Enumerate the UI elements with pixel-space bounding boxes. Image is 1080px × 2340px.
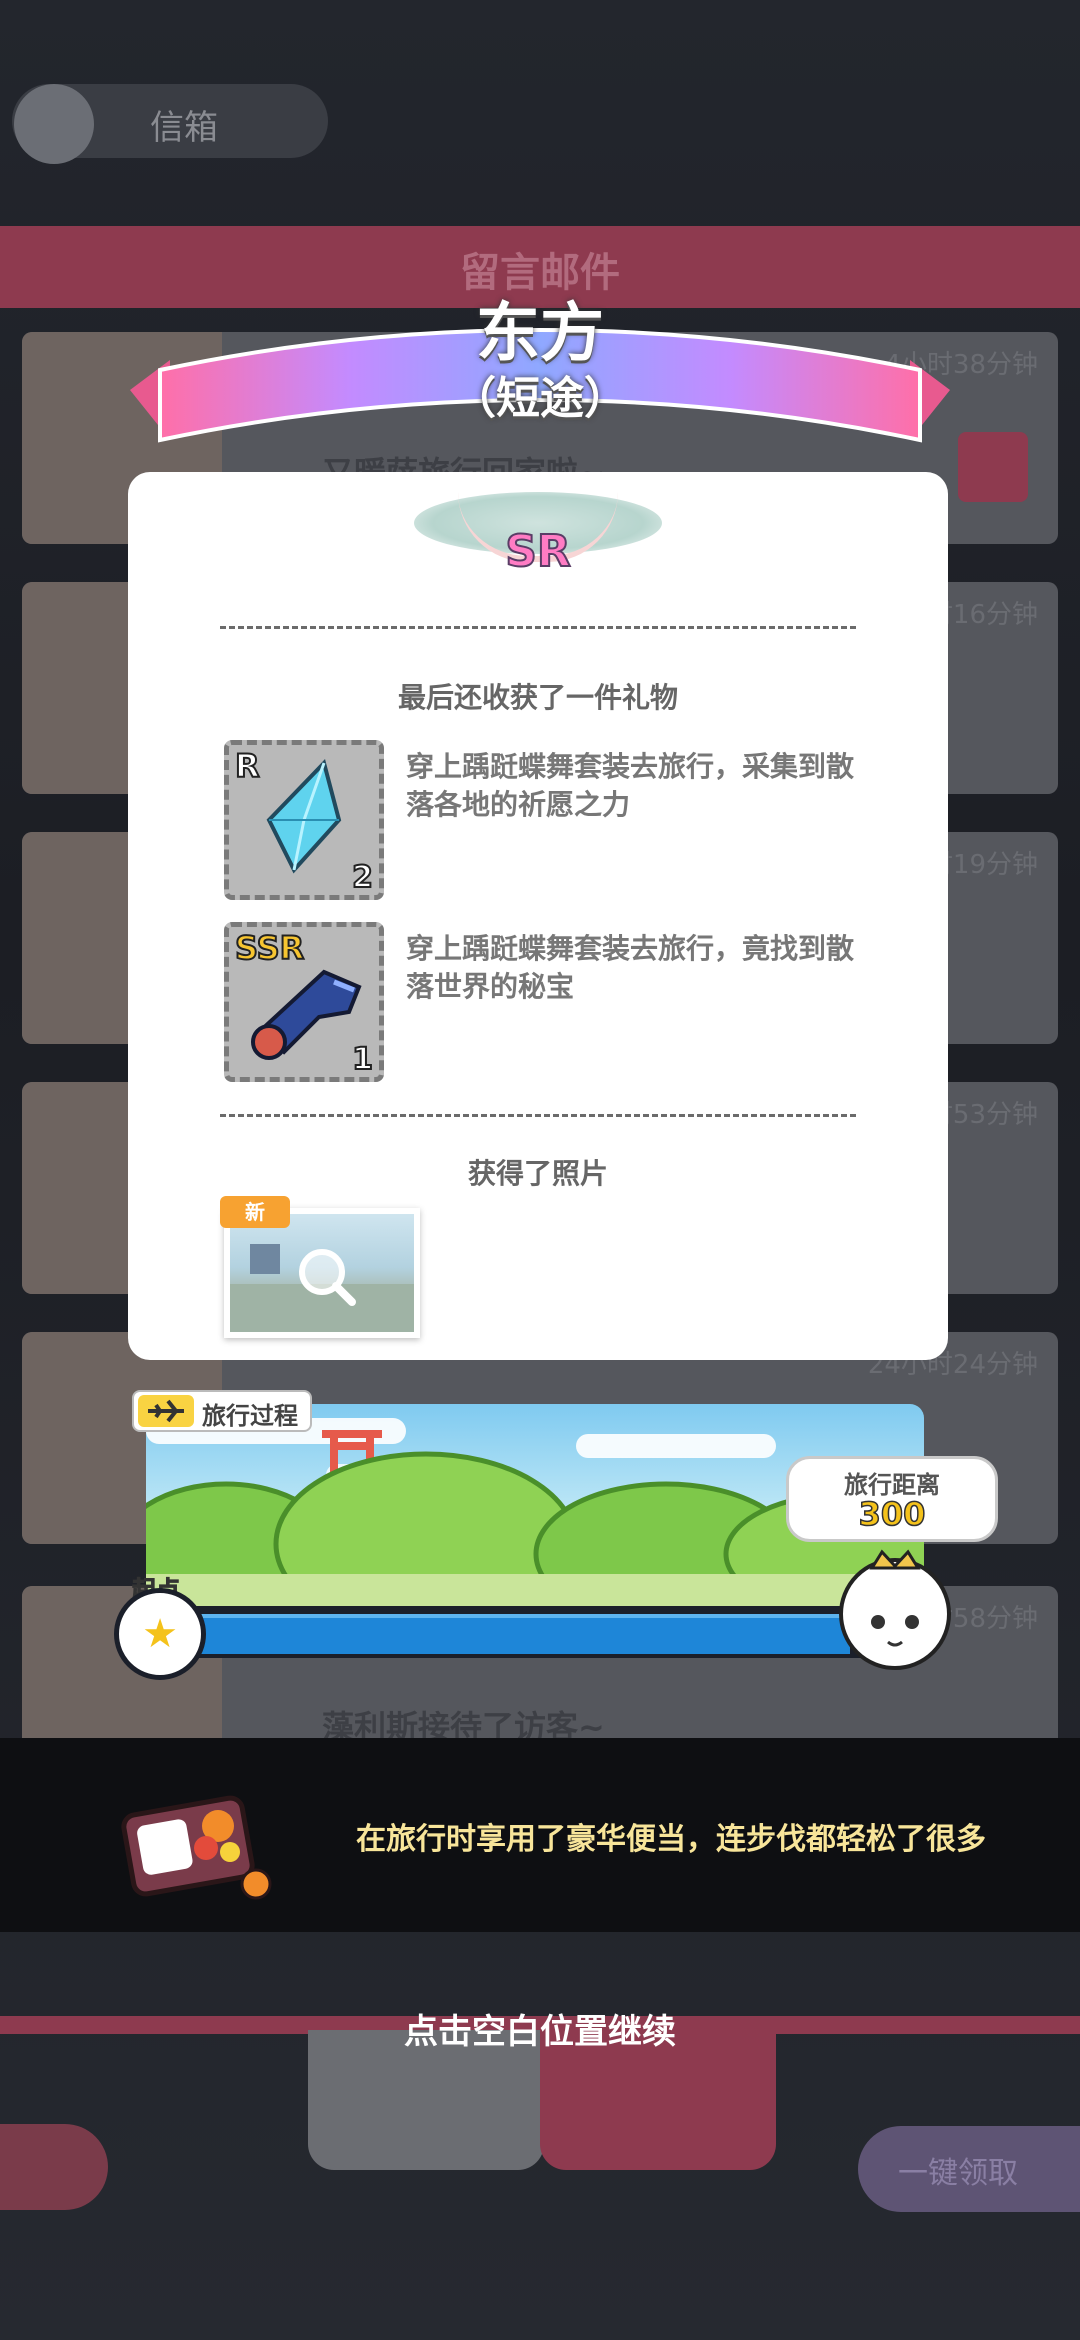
reward-item[interactable]: R 2 xyxy=(224,740,384,900)
item-count: 2 xyxy=(351,859,374,896)
distance-value: 300 xyxy=(858,1494,926,1534)
magnifier-icon xyxy=(230,1244,414,1332)
character-avatar xyxy=(839,1549,951,1670)
photo-section-title: 获得了照片 xyxy=(467,1157,608,1190)
destination-title: 东方 xyxy=(476,297,604,371)
item-description: 穿上踽跹蝶舞套装去旅行，竟找到散落世界的秘宝 xyxy=(406,932,855,1003)
divider xyxy=(220,1114,856,1117)
event-text: 在旅行时享用了豪华便当，连步伐都轻松了很多 xyxy=(356,1822,986,1857)
travel-process-tag: 旅行过程 xyxy=(132,1390,312,1432)
new-badge: 新 xyxy=(220,1196,290,1228)
gift-section-title: 最后还收获了一件礼物 xyxy=(397,681,678,714)
item-count: 1 xyxy=(351,1041,374,1078)
reward-item[interactable]: SSR 1 xyxy=(224,922,384,1082)
item-rarity: SSR xyxy=(234,928,305,968)
tap-to-continue-hint: 点击空白位置继续 xyxy=(404,2012,676,2052)
travel-photo[interactable]: 新 xyxy=(220,1196,420,1338)
item-rarity: R xyxy=(234,746,261,786)
start-marker: ★ xyxy=(114,1588,206,1680)
divider xyxy=(220,626,856,629)
travel-process-label: 旅行过程 xyxy=(202,1402,298,1430)
item-description: 穿上踽跹蝶舞套装去旅行，采集到散落各地的祈愿之力 xyxy=(406,750,855,821)
rarity-label: SR xyxy=(504,525,572,578)
trip-length: （短途） xyxy=(452,373,628,424)
bento-box-icon xyxy=(121,1795,272,1900)
photo-image xyxy=(230,1214,414,1332)
travel-result-card: SR 最后还收获了一件礼物 R 2 穿上踽跹蝶舞套装去旅行，采集到散落各地的祈愿… xyxy=(128,472,948,1360)
star-icon: ★ xyxy=(142,1611,178,1657)
distance-bubble: 旅行距离 300 xyxy=(786,1456,998,1542)
airplane-icon xyxy=(138,1395,194,1427)
progress-fill xyxy=(150,1614,850,1654)
